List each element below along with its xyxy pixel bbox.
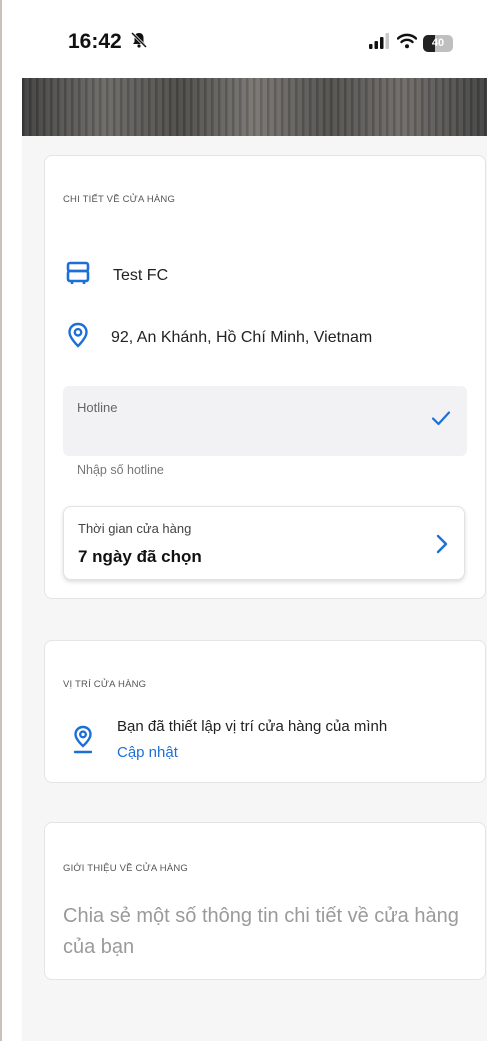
hotline-hint: Nhập số hotline	[77, 463, 164, 477]
chevron-right-icon	[436, 534, 448, 559]
update-location-link[interactable]: Cập nhật	[117, 744, 178, 761]
bell-off-icon	[130, 31, 148, 54]
store-address-row: 92, An Khánh, Hồ Chí Minh, Vietnam	[63, 322, 372, 353]
signal-icon	[369, 33, 391, 54]
store-hours-selector[interactable]: Thời gian cửa hàng 7 ngày đã chọn	[63, 506, 465, 580]
store-name: Test FC	[113, 266, 169, 284]
checkmark-icon[interactable]	[431, 410, 451, 431]
location-status-text: Bạn đã thiết lập vị trí cửa hàng của mìn…	[117, 718, 388, 735]
store-details-card: CHI TIẾT VỀ CỬA HÀNG Test FC 92, An Khán…	[44, 155, 486, 599]
location-pin-icon	[73, 725, 93, 760]
store-about-card: GIỚI THIỆU VỀ CỬA HÀNG Chia sẻ một số th…	[44, 822, 486, 980]
map-pin-icon	[67, 322, 89, 353]
battery-level: 40	[431, 37, 445, 49]
status-bar: 16:42 40	[22, 0, 487, 78]
section-title-store-details: CHI TIẾT VỀ CỬA HÀNG	[63, 194, 176, 205]
status-icons: 40	[369, 33, 453, 54]
section-title-store-about: GIỚI THIỆU VỀ CỬA HÀNG	[63, 863, 189, 874]
store-description-input[interactable]: Chia sẻ một số thông tin chi tiết về cửa…	[63, 901, 463, 963]
hotline-label: Hotline	[77, 400, 118, 415]
battery-icon: 40	[423, 35, 453, 52]
store-icon	[65, 260, 91, 291]
store-hours-label: Thời gian cửa hàng	[78, 521, 192, 536]
wifi-icon	[396, 33, 418, 54]
phone-screen: 16:42 40 CHI TIẾT VỀ CỬA HÀNG Test FC 92…	[22, 0, 487, 1041]
store-hours-value: 7 ngày đã chọn	[78, 547, 202, 566]
store-cover-image[interactable]	[22, 78, 487, 136]
store-address: 92, An Khánh, Hồ Chí Minh, Vietnam	[111, 328, 373, 346]
store-location-card: VỊ TRÍ CỬA HÀNG Bạn đã thiết lập vị trí …	[44, 640, 486, 783]
store-name-row: Test FC	[63, 260, 168, 291]
status-time: 16:42	[68, 30, 122, 53]
section-title-store-location: VỊ TRÍ CỬA HÀNG	[63, 679, 147, 690]
left-divider	[0, 0, 2, 1041]
hotline-input[interactable]: Hotline	[63, 386, 467, 456]
